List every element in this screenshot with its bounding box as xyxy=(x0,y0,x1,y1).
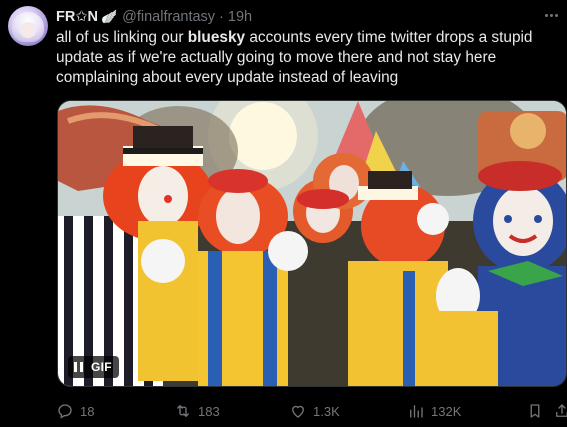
tweet-actions: 18 183 1.3K 132K xyxy=(56,400,567,422)
tweet-text-part: all of us linking our xyxy=(56,29,188,46)
retweet-count: 183 xyxy=(198,403,220,419)
like-button[interactable]: 1.3K xyxy=(289,400,340,422)
display-name[interactable]: FR✩N xyxy=(56,9,98,25)
gif-play-pause-button[interactable]: GIF xyxy=(68,356,119,378)
reply-icon xyxy=(58,404,72,419)
reply-count: 18 xyxy=(80,403,95,419)
reply-button[interactable]: 18 xyxy=(56,400,94,422)
bookmark-button[interactable] xyxy=(526,400,544,422)
views-count: 132K xyxy=(431,403,462,419)
tweet-text-bold: bluesky xyxy=(187,29,246,46)
views-button[interactable]: 132K xyxy=(407,400,461,422)
views-icon xyxy=(410,405,423,418)
share-button[interactable] xyxy=(553,400,567,422)
pause-icon xyxy=(74,362,83,372)
share-icon xyxy=(556,404,567,417)
tweet-header: FR✩N 🪽 @finalfrantasy · 19h xyxy=(56,8,252,26)
tweet[interactable]: FR✩N 🪽 @finalfrantasy · 19h all of us li… xyxy=(0,0,567,427)
user-handle[interactable]: @finalfrantasy xyxy=(122,9,215,25)
heart-icon xyxy=(292,405,304,418)
bookmark-icon xyxy=(530,404,540,418)
media-gif[interactable]: GIF xyxy=(57,100,567,387)
more-icon[interactable] xyxy=(540,6,562,24)
retweet-button[interactable]: 183 xyxy=(174,400,220,422)
gif-label: GIF xyxy=(91,360,112,374)
timestamp[interactable]: 19h xyxy=(228,9,252,25)
tweet-text: all of us linking our bluesky accounts e… xyxy=(56,28,561,88)
gif-frame-image xyxy=(58,101,566,386)
like-count: 1.3K xyxy=(313,403,340,419)
avatar[interactable] xyxy=(8,6,48,46)
wing-emoji-icon: 🪽 xyxy=(100,9,118,24)
retweet-icon xyxy=(177,405,189,417)
separator-dot: · xyxy=(219,9,224,25)
